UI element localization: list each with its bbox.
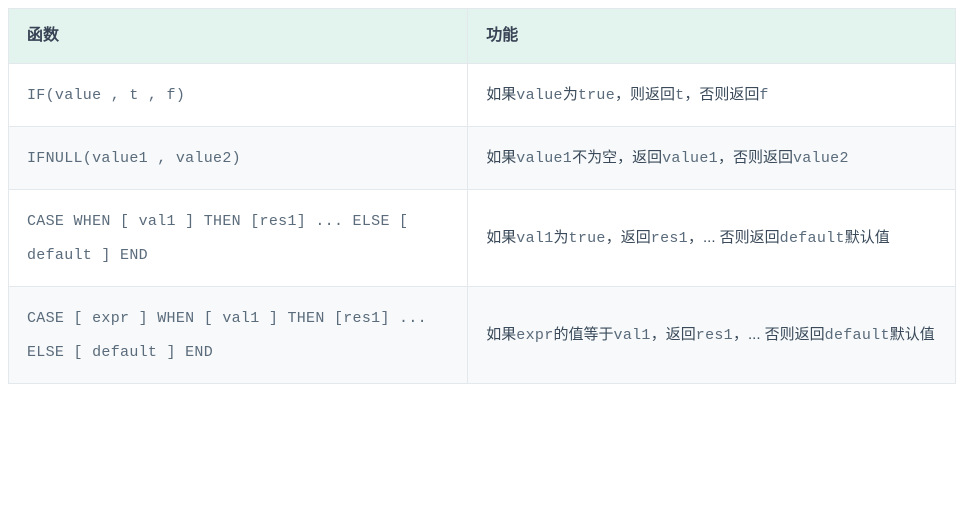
cell-function: CASE [ expr ] WHEN [ val1 ] THEN [res1] … (9, 286, 468, 383)
function-signature: IF(value , t , f) (27, 87, 185, 104)
text-segment: ，否则返回 (684, 86, 759, 103)
text-segment: ，... 否则返回 (733, 326, 825, 343)
inline-code: value (516, 87, 563, 104)
text-segment: ，则返回 (615, 86, 675, 103)
text-segment: 如果 (486, 326, 516, 343)
inline-code: expr (516, 327, 553, 344)
cell-description: 如果value1不为空，返回value1，否则返回value2 (468, 126, 956, 189)
text-segment: 如果 (486, 229, 516, 246)
inline-code: default (780, 230, 845, 247)
description-text: 如果value为true，则返回t，否则返回f (486, 86, 768, 103)
table-row: IF(value , t , f) 如果value为true，则返回t，否则返回f (9, 63, 956, 126)
table-header-row: 函数 功能 (9, 9, 956, 64)
description-text: 如果expr的值等于val1，返回res1，... 否则返回default默认值 (486, 326, 935, 343)
text-segment: 的值等于 (554, 326, 614, 343)
table-row: CASE [ expr ] WHEN [ val1 ] THEN [res1] … (9, 286, 956, 383)
text-segment: ，... 否则返回 (688, 229, 780, 246)
inline-code: default (825, 327, 890, 344)
inline-code: value2 (793, 150, 849, 167)
text-segment: 如果 (486, 149, 516, 166)
header-description: 功能 (468, 9, 956, 64)
inline-code: val1 (516, 230, 553, 247)
text-segment: 如果 (486, 86, 516, 103)
function-signature: IFNULL(value1 , value2) (27, 150, 241, 167)
function-signature: CASE [ expr ] WHEN [ val1 ] THEN [res1] … (27, 310, 427, 361)
table-body: IF(value , t , f)如果value为true，则返回t，否则返回f… (9, 63, 956, 383)
text-segment: 为 (554, 229, 569, 246)
cell-description: 如果expr的值等于val1，返回res1，... 否则返回default默认值 (468, 286, 956, 383)
cell-function: IFNULL(value1 , value2) (9, 126, 468, 189)
inline-code: res1 (651, 230, 688, 247)
description-text: 如果value1不为空，返回value1，否则返回value2 (486, 149, 848, 166)
text-segment: 不为空，返回 (572, 149, 662, 166)
text-segment: 默认值 (890, 326, 935, 343)
inline-code: value1 (662, 150, 718, 167)
table-row: IFNULL(value1 , value2)如果value1不为空，返回val… (9, 126, 956, 189)
text-segment: ，返回 (651, 326, 696, 343)
header-function: 函数 (9, 9, 468, 64)
functions-table: 函数 功能 IF(value , t , f)如果value为true，则返回t… (8, 8, 956, 384)
inline-code: val1 (614, 327, 651, 344)
text-segment: ，否则返回 (718, 149, 793, 166)
inline-code: res1 (696, 327, 733, 344)
inline-code: true (569, 230, 606, 247)
text-segment: 为 (563, 86, 578, 103)
cell-function: CASE WHEN [ val1 ] THEN [res1] ... ELSE … (9, 189, 468, 286)
cell-description: 如果val1为true，返回res1，... 否则返回default默认值 (468, 189, 956, 286)
function-signature: CASE WHEN [ val1 ] THEN [res1] ... ELSE … (27, 213, 408, 264)
cell-function: IF(value , t , f) (9, 63, 468, 126)
description-text: 如果val1为true，返回res1，... 否则返回default默认值 (486, 229, 890, 246)
text-segment: 默认值 (845, 229, 890, 246)
table-row: CASE WHEN [ val1 ] THEN [res1] ... ELSE … (9, 189, 956, 286)
inline-code: value1 (516, 150, 572, 167)
text-segment: ，返回 (606, 229, 651, 246)
inline-code: true (578, 87, 615, 104)
cell-description: 如果value为true，则返回t，否则返回f (468, 63, 956, 126)
inline-code: t (675, 87, 684, 104)
inline-code: f (759, 87, 768, 104)
